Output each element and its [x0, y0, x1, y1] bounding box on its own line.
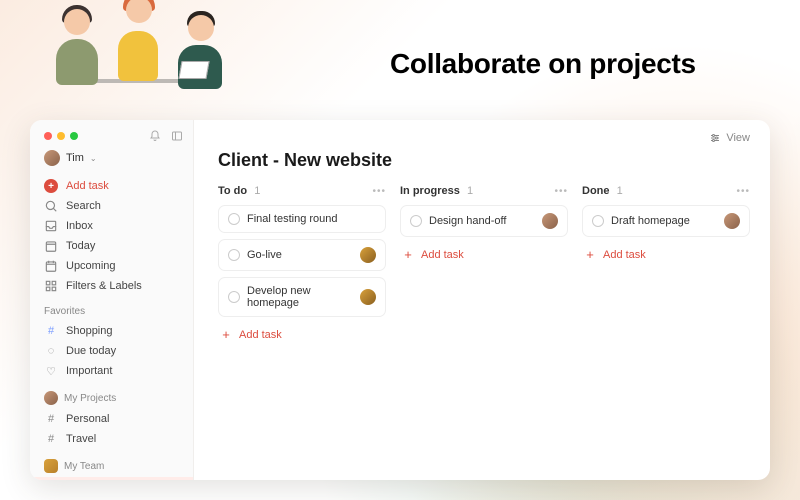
- notifications-icon[interactable]: [149, 130, 161, 142]
- project-label: Travel: [66, 433, 96, 445]
- assignee-avatar[interactable]: [360, 289, 376, 305]
- task-title: Draft homepage: [611, 215, 717, 227]
- task-checkbox[interactable]: [410, 215, 422, 227]
- marketing-headline: Collaborate on projects: [390, 48, 696, 80]
- chevron-down-icon: ⌄: [90, 154, 97, 163]
- team-project-client-website[interactable]: # Client - New website: [30, 477, 193, 480]
- kanban-board: To do 1 ••• Final testing round Go-live: [218, 185, 750, 346]
- hero-illustration: [52, 0, 252, 115]
- sidebar-item-filters[interactable]: Filters & Labels: [44, 276, 183, 296]
- assignee-avatar[interactable]: [360, 247, 376, 263]
- add-task-label: Add task: [603, 249, 646, 261]
- column-done: Done 1 ••• Draft homepage + Add task: [582, 185, 750, 346]
- task-title: Develop new homepage: [247, 285, 353, 309]
- column-menu-button[interactable]: •••: [372, 186, 386, 197]
- hash-icon: #: [44, 412, 58, 426]
- task-card[interactable]: Final testing round: [218, 205, 386, 233]
- page-title: Client - New website: [218, 150, 750, 171]
- app-window: Tim ⌄ + Add task Search Inbox Today Upco…: [30, 120, 770, 480]
- minimize-window-button[interactable]: [57, 132, 65, 140]
- project-personal[interactable]: # Personal: [44, 409, 183, 429]
- task-checkbox[interactable]: [228, 249, 240, 261]
- favorite-due-today[interactable]: ◌ Due today: [44, 341, 183, 361]
- assignee-avatar[interactable]: [724, 213, 740, 229]
- calendar-today-icon: [44, 239, 58, 253]
- maximize-window-button[interactable]: [70, 132, 78, 140]
- sidebar-item-label: Filters & Labels: [66, 280, 142, 292]
- plus-icon: +: [220, 327, 232, 342]
- column-name: Done: [582, 185, 610, 197]
- hash-icon: #: [44, 324, 58, 338]
- column-menu-button[interactable]: •••: [554, 186, 568, 197]
- task-card[interactable]: Go-live: [218, 239, 386, 271]
- column-name: In progress: [400, 185, 460, 197]
- team-section-header[interactable]: My Team: [64, 461, 104, 472]
- add-task-in-column-button[interactable]: + Add task: [582, 243, 750, 266]
- sidebar-item-today[interactable]: Today: [44, 236, 183, 256]
- column-name: To do: [218, 185, 247, 197]
- plus-icon: +: [44, 179, 58, 193]
- task-card[interactable]: Draft homepage: [582, 205, 750, 237]
- user-name: Tim: [66, 152, 84, 164]
- task-card[interactable]: Develop new homepage: [218, 277, 386, 317]
- sliders-icon: [709, 132, 721, 144]
- sidebar-item-label: Search: [66, 200, 101, 212]
- plus-icon: +: [584, 247, 596, 262]
- task-checkbox[interactable]: [228, 213, 240, 225]
- add-task-label: Add task: [66, 180, 109, 192]
- favorite-label: Important: [66, 365, 112, 377]
- add-task-button[interactable]: + Add task: [44, 176, 183, 196]
- project-travel[interactable]: # Travel: [44, 429, 183, 449]
- favorite-important[interactable]: ♡ Important: [44, 361, 183, 381]
- add-task-in-column-button[interactable]: + Add task: [400, 243, 568, 266]
- task-card[interactable]: Design hand-off: [400, 205, 568, 237]
- toggle-sidebar-icon[interactable]: [171, 130, 183, 142]
- favorite-shopping[interactable]: # Shopping: [44, 321, 183, 341]
- window-controls[interactable]: [44, 132, 78, 140]
- inbox-icon: [44, 219, 58, 233]
- hash-icon: #: [44, 432, 58, 446]
- plus-icon: +: [402, 247, 414, 262]
- column-count: 1: [617, 185, 623, 197]
- profile-avatar-icon: [44, 391, 58, 405]
- favorites-section-header[interactable]: Favorites: [44, 306, 183, 317]
- column-in-progress: In progress 1 ••• Design hand-off + Add …: [400, 185, 568, 346]
- main-content: View Client - New website To do 1 ••• Fi…: [194, 120, 770, 480]
- task-checkbox[interactable]: [592, 215, 604, 227]
- add-task-label: Add task: [421, 249, 464, 261]
- favorite-label: Due today: [66, 345, 116, 357]
- column-count: 1: [467, 185, 473, 197]
- column-todo: To do 1 ••• Final testing round Go-live: [218, 185, 386, 346]
- sidebar-item-label: Today: [66, 240, 95, 252]
- add-task-in-column-button[interactable]: + Add task: [218, 323, 386, 346]
- sidebar-item-label: Inbox: [66, 220, 93, 232]
- sidebar-item-label: Upcoming: [66, 260, 116, 272]
- user-avatar: [44, 150, 60, 166]
- sidebar-item-upcoming[interactable]: Upcoming: [44, 256, 183, 276]
- calendar-upcoming-icon: [44, 259, 58, 273]
- view-options-button[interactable]: View: [709, 132, 750, 144]
- sidebar-item-inbox[interactable]: Inbox: [44, 216, 183, 236]
- grid-icon: [44, 279, 58, 293]
- sidebar: Tim ⌄ + Add task Search Inbox Today Upco…: [30, 120, 194, 480]
- projects-section-header[interactable]: My Projects: [64, 393, 116, 404]
- column-menu-button[interactable]: •••: [736, 186, 750, 197]
- task-title: Go-live: [247, 249, 353, 261]
- user-menu[interactable]: Tim ⌄: [44, 150, 183, 166]
- add-task-label: Add task: [239, 329, 282, 341]
- sidebar-item-search[interactable]: Search: [44, 196, 183, 216]
- task-title: Design hand-off: [429, 215, 535, 227]
- close-window-button[interactable]: [44, 132, 52, 140]
- task-title: Final testing round: [247, 213, 376, 225]
- assignee-avatar[interactable]: [542, 213, 558, 229]
- column-count: 1: [254, 185, 260, 197]
- team-avatar-icon: [44, 459, 58, 473]
- view-label: View: [726, 132, 750, 144]
- search-icon: [44, 199, 58, 213]
- task-checkbox[interactable]: [228, 291, 240, 303]
- heart-icon: ♡: [44, 364, 58, 378]
- favorite-label: Shopping: [66, 325, 113, 337]
- filter-icon: ◌: [44, 344, 58, 358]
- project-label: Personal: [66, 413, 109, 425]
